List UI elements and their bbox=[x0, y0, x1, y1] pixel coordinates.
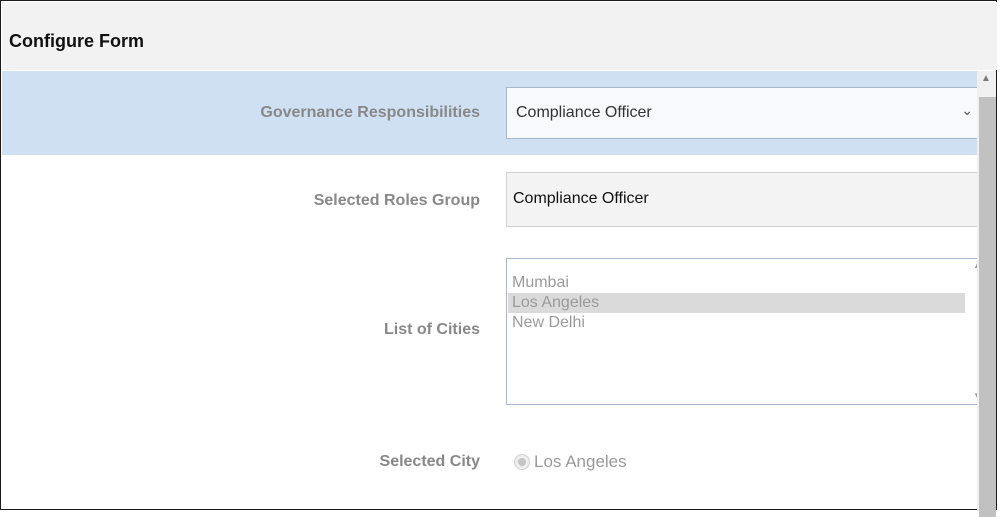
list-item-los-angeles[interactable]: Los Angeles bbox=[508, 293, 965, 313]
chevron-down-icon: ⌄ bbox=[961, 102, 973, 118]
roles-group-value: Compliance Officer bbox=[513, 190, 649, 207]
list-item-new-delhi[interactable]: New Delhi bbox=[508, 313, 965, 333]
form-title: Configure Form bbox=[9, 31, 144, 51]
selected-city-label: Selected City bbox=[379, 453, 480, 470]
cities-label: List of Cities bbox=[383, 321, 480, 338]
governance-select[interactable]: Compliance Officer ⌄ bbox=[506, 87, 977, 139]
governance-label: Governance Responsibilities bbox=[260, 104, 480, 121]
scroll-up-icon[interactable]: ▲ bbox=[981, 73, 991, 84]
roles-group-field[interactable]: Compliance Officer bbox=[506, 172, 977, 227]
form-content: Governance Responsibilities Compliance O… bbox=[2, 71, 977, 511]
cities-list: Mumbai Los Angeles New Delhi bbox=[508, 273, 965, 333]
cities-listbox[interactable]: Mumbai Los Angeles New Delhi ▲ ▼ bbox=[506, 258, 977, 405]
roles-group-label: Selected Roles Group bbox=[313, 192, 480, 209]
list-item-mumbai[interactable]: Mumbai bbox=[508, 273, 965, 293]
selected-city-radio-group: Los Angeles bbox=[514, 452, 627, 472]
page-scrollbar[interactable]: ▲ bbox=[977, 71, 996, 517]
scroll-thumb[interactable] bbox=[979, 97, 996, 517]
selected-city-radio-label: Los Angeles bbox=[534, 452, 627, 471]
form-window: Configure Form Governance Responsibiliti… bbox=[0, 0, 997, 517]
form-header: Configure Form bbox=[2, 2, 997, 70]
selected-city-radio[interactable] bbox=[514, 454, 530, 470]
governance-select-value: Compliance Officer bbox=[516, 104, 652, 121]
governance-row: Governance Responsibilities Compliance O… bbox=[2, 71, 977, 155]
selected-city-row: Selected City bbox=[2, 425, 977, 511]
